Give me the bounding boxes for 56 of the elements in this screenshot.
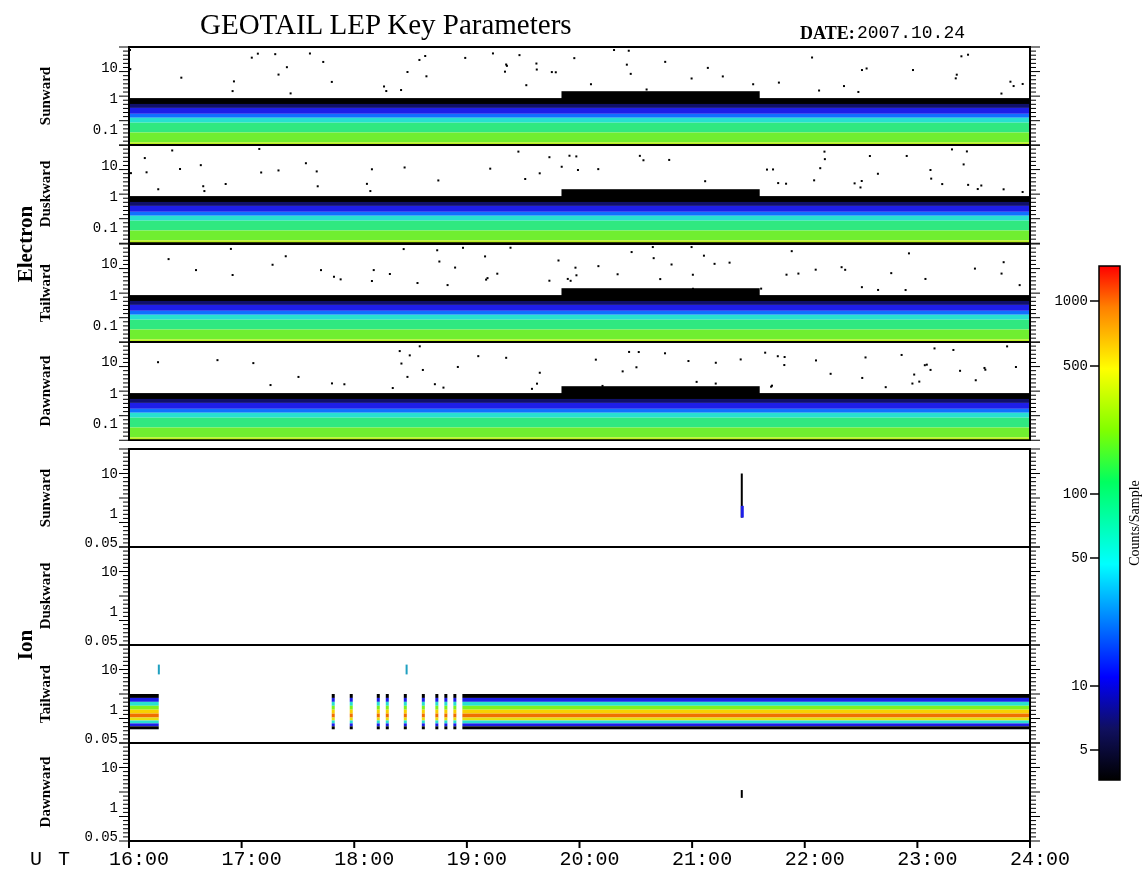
colorbar-label: Counts/Sample <box>1128 480 1142 566</box>
y-tick-label: 10 <box>100 761 118 776</box>
colorbar-tick-label: 100 <box>1061 487 1088 501</box>
y-tick-label: 1 <box>108 288 118 303</box>
x-tick-label: 16:00 <box>109 850 169 870</box>
group-label: Electron <box>14 205 36 282</box>
panel-label: Tailward <box>37 263 53 322</box>
y-tick-label: 1 <box>108 506 118 521</box>
y-tick-label: 1 <box>108 800 118 815</box>
spectrogram-drawing <box>740 790 743 798</box>
colorbar-tick-label: 10 <box>1070 679 1088 693</box>
date-label: DATE: <box>800 24 855 42</box>
y-tick-label: 1 <box>108 702 118 717</box>
y-tick-label: 10 <box>100 257 118 272</box>
x-tick-label: 21:00 <box>672 850 733 870</box>
y-tick-label: 10 <box>100 60 118 75</box>
y-tick-label: 0.05 <box>83 830 118 845</box>
x-tick-label: 17:00 <box>221 850 282 870</box>
y-tick-label: 0.1 <box>91 417 118 432</box>
colorbar-tick-label: 1000 <box>1053 294 1088 308</box>
x-tick-label: 19:00 <box>446 850 507 870</box>
x-tick-label: 24:00 <box>1010 850 1070 870</box>
y-tick-label: 0.1 <box>91 220 118 235</box>
x-axis-label: U T <box>30 850 70 870</box>
x-tick-label: 20:00 <box>559 850 620 870</box>
y-tick-label: 1 <box>108 92 118 107</box>
colorbar-tick-label: 5 <box>1078 743 1088 757</box>
panel-label: Duskward <box>37 161 53 228</box>
y-tick-label: 0.05 <box>83 732 118 747</box>
y-tick-label: 10 <box>100 565 118 580</box>
spectrogram-drawing <box>740 473 744 518</box>
y-tick-label: 1 <box>108 190 118 205</box>
panel-label: Sunward <box>37 468 53 528</box>
panel-label: Dawnward <box>37 756 53 828</box>
panel-label: Dawnward <box>37 355 53 427</box>
y-tick-label: 1 <box>108 386 118 401</box>
y-tick-label: 0.1 <box>91 319 118 333</box>
date-value: 2007.10.24 <box>857 24 966 42</box>
y-tick-label: 0.05 <box>83 634 118 649</box>
panel-label: Duskward <box>37 562 53 630</box>
colorbar-tick-label: 50 <box>1070 551 1088 565</box>
y-tick-label: 1 <box>108 604 118 619</box>
y-tick-label: 10 <box>100 355 118 370</box>
x-tick-label: 22:00 <box>784 850 845 870</box>
y-tick-label: 10 <box>100 158 118 173</box>
panel-label: Tailward <box>37 665 53 723</box>
group-label: Ion <box>14 629 36 661</box>
x-tick-label: 18:00 <box>334 850 395 870</box>
y-tick-label: 0.05 <box>83 536 118 551</box>
chart-title: GEOTAIL LEP Key Parameters <box>200 10 572 39</box>
y-tick-label: 10 <box>100 467 118 482</box>
panel-label: Sunward <box>37 66 53 126</box>
y-tick-label: 10 <box>100 663 118 678</box>
x-tick-label: 23:00 <box>897 850 958 870</box>
y-tick-label: 0.1 <box>91 122 118 137</box>
colorbar-tick-label: 500 <box>1061 359 1088 373</box>
